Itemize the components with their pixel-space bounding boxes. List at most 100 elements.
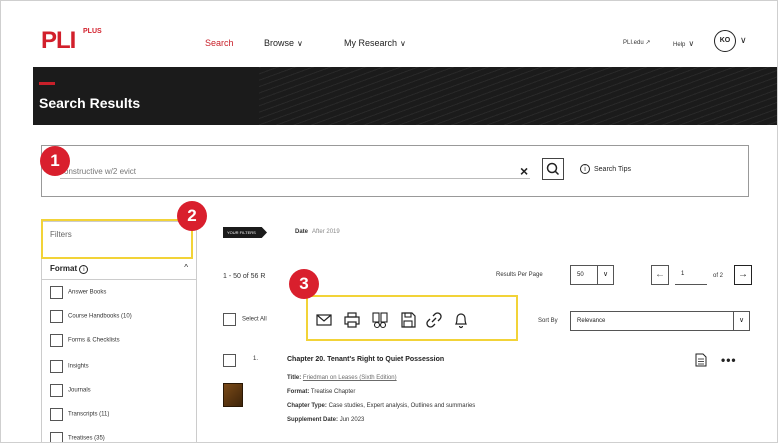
facet-answer-books[interactable]: Answer Books [50, 286, 106, 300]
date-label: Date [295, 229, 309, 235]
facet-label: Forms & Checklists [68, 337, 120, 344]
result-title-link[interactable]: Chapter 20. Tenant's Right to Quiet Poss… [287, 356, 444, 363]
publication-link[interactable]: Friedman on Leases (Sixth Edition) [303, 375, 397, 381]
nav-help[interactable]: Help ∨ [673, 39, 694, 48]
nav-pli-link[interactable]: PLI.edu ↗ [623, 39, 650, 46]
search-input[interactable] [60, 165, 530, 179]
facet-insights[interactable]: Insights [50, 360, 89, 374]
select-all-checkbox[interactable] [223, 313, 236, 326]
search-tips-label: Search Tips [594, 166, 631, 173]
result-number: 1. [253, 356, 259, 362]
pli-logo[interactable]: PLI [41, 27, 76, 55]
clear-search-icon[interactable]: × [520, 163, 528, 179]
callout-badge-1: 1 [40, 146, 70, 176]
chevron-down-icon: ∨ [688, 39, 695, 48]
document-icon[interactable] [695, 353, 707, 367]
save-icon[interactable] [399, 311, 417, 329]
select-all[interactable]: Select All [223, 313, 267, 326]
facet-label: Course Handbooks (10) [68, 313, 132, 320]
nav-browse[interactable]: Browse ∨ [264, 38, 303, 48]
results-per-page-select[interactable]: 50 ∨ [570, 265, 614, 285]
checkbox[interactable] [50, 334, 63, 347]
facet-label: Answer Books [68, 289, 107, 296]
search-tips-link[interactable]: i Search Tips [580, 164, 631, 174]
checkbox[interactable] [50, 384, 63, 397]
facet-forms-checklists[interactable]: Forms & Checklists [50, 334, 120, 348]
prev-page-button[interactable]: ← [651, 265, 669, 285]
field-value: Treatise Chapter [310, 389, 356, 395]
format-label-text: Format [50, 264, 78, 273]
book-cover-thumbnail[interactable] [223, 383, 243, 407]
date-value: After 2019 [312, 229, 340, 235]
chevron-down-icon[interactable]: ∨ [740, 35, 747, 46]
page-header-banner: Search Results [33, 67, 777, 125]
facet-journals[interactable]: Journals [50, 384, 91, 398]
results-per-page-label: Results Per Page [496, 272, 543, 278]
app-window: PLI PLUS Search Browse ∨ My Research ∨ PLI… [0, 0, 778, 443]
sort-by-label: Sort By [538, 318, 558, 324]
your-filters-tag: YOUR FILTERS [223, 227, 267, 238]
date-filter-chip[interactable]: Date After 2019 [295, 229, 340, 235]
checkbox[interactable] [50, 286, 63, 299]
result-format-field: Format: Treatise Chapter [287, 389, 355, 395]
decorative-lines [259, 67, 777, 125]
filters-sidebar: Filters Format i ^ Answer Books Course H… [41, 221, 197, 442]
facet-label: Journals [68, 387, 91, 394]
page-title: Search Results [39, 95, 141, 111]
chevron-up-icon: ^ [184, 263, 188, 272]
callout-badge-2: 2 [177, 201, 207, 231]
nav-pli-label: PLI.edu [623, 40, 644, 46]
facet-label: Transcripts (11) [68, 411, 110, 418]
info-icon: i [79, 265, 89, 274]
result-checkbox[interactable] [223, 354, 236, 367]
callout-badge-3: 3 [289, 269, 319, 299]
nav-research-label: My Research [344, 38, 398, 48]
next-page-button[interactable]: → [734, 265, 752, 285]
page-number-input[interactable]: 1 [675, 265, 707, 285]
search-button[interactable] [542, 158, 564, 180]
field-value: Jun 2023 [339, 417, 365, 423]
select-all-label: Select All [242, 316, 267, 323]
checkbox[interactable] [50, 310, 63, 323]
avatar[interactable]: KO [714, 30, 736, 52]
info-icon: i [580, 164, 590, 174]
logo-plus: PLUS [83, 28, 102, 35]
email-icon[interactable] [315, 311, 333, 329]
chevron-down-icon: ∨ [400, 39, 406, 48]
result-title-field: Title: Friedman on Leases (Sixth Edition… [287, 375, 397, 381]
field-label: Chapter Type: [287, 403, 327, 409]
checkbox[interactable] [50, 360, 63, 373]
nav-my-research[interactable]: My Research ∨ [344, 38, 406, 48]
facet-course-handbooks[interactable]: Course Handbooks (10) [50, 310, 132, 324]
facet-transcripts[interactable]: Transcripts (11) [50, 408, 109, 422]
nav-browse-label: Browse [264, 38, 295, 48]
filters-heading: Filters [50, 230, 72, 239]
field-label: Format: [287, 389, 310, 395]
more-options-button[interactable]: ••• [721, 353, 737, 367]
logo-text: PLI [41, 27, 76, 54]
bell-icon[interactable] [452, 311, 470, 329]
field-value: Case studies, Expert analysis, Outlines … [328, 403, 476, 409]
compare-docs-icon[interactable] [371, 311, 389, 329]
rpp-value: 50 [577, 272, 584, 278]
facet-label: Treatises (35) [68, 435, 105, 442]
chevron-down-icon: ∨ [597, 266, 613, 284]
field-label: Supplement Date: [287, 417, 339, 423]
print-icon[interactable] [343, 311, 361, 329]
format-facet-header[interactable]: Format i ^ [42, 258, 196, 280]
chevron-down-icon: ∨ [297, 39, 303, 48]
results-count: 1 - 50 of 56 R [223, 273, 266, 280]
format-label: Format i [50, 264, 89, 274]
result-supplement-field: Supplement Date: Jun 2023 [287, 417, 364, 423]
page-of-label: of 2 [713, 273, 724, 279]
checkbox[interactable] [50, 408, 63, 421]
search-icon [546, 162, 560, 176]
checkbox[interactable] [50, 432, 63, 442]
sort-by-select[interactable]: Relevance ∨ [570, 311, 750, 331]
link-icon[interactable] [425, 311, 443, 329]
facet-label: Insights [68, 363, 89, 370]
chevron-down-icon: ∨ [733, 312, 749, 330]
nav-help-label: Help [673, 42, 686, 48]
nav-search[interactable]: Search [205, 38, 234, 48]
facet-treatises[interactable]: Treatises (35) [50, 432, 105, 442]
